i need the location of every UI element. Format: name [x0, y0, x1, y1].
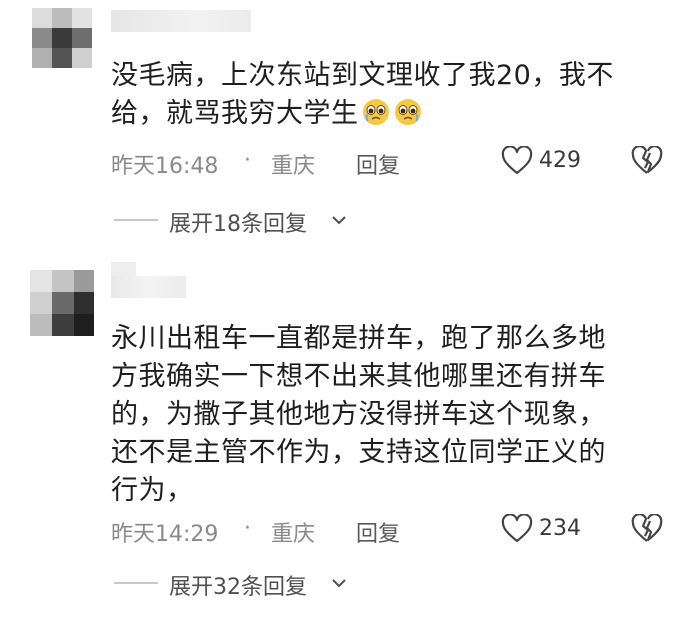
reply-button[interactable]: 回复 [356, 516, 400, 548]
location: 重庆 [271, 522, 316, 547]
comment-text: 永川出租车一直都是拼车，跑了那么多地 方我确实一下想不出来其他哪里还有拼车 的，… [111, 323, 606, 506]
comment-item: 永川出租车一直都是拼车，跑了那么多地 方我确实一下想不出来其他哪里还有拼车 的，… [0, 262, 700, 632]
chevron-down-icon [332, 579, 346, 588]
avatar[interactable] [22, 264, 102, 344]
divider-line [114, 582, 158, 584]
separator-dot: · [244, 516, 251, 541]
comment-text: 没毛病，上次东站到文理收了我20，我不 给，就骂我穷大学生 [111, 60, 614, 129]
pleading-face-icon [394, 99, 421, 125]
comment-meta: 昨天16:48 · 重庆 回复 429 [111, 146, 700, 180]
divider-line [114, 219, 158, 221]
username-extra [111, 262, 136, 276]
timestamp: 昨天14:29 [111, 522, 219, 547]
avatar[interactable] [22, 0, 102, 80]
username[interactable] [111, 276, 186, 298]
chevron-down-icon [332, 216, 346, 225]
like-count: 234 [539, 516, 581, 541]
like-count: 429 [539, 148, 581, 173]
location: 重庆 [271, 154, 316, 179]
comment-meta: 昨天14:29 · 重庆 回复 234 [111, 514, 700, 548]
broken-heart-icon[interactable] [631, 146, 663, 176]
expand-replies-label: 展开18条回复 [169, 212, 307, 237]
expand-replies-label: 展开32条回复 [169, 575, 307, 600]
timestamp: 昨天16:48 [111, 154, 219, 179]
heart-icon[interactable] [501, 146, 533, 176]
separator-dot: · [244, 148, 251, 173]
reply-button[interactable]: 回复 [356, 148, 400, 180]
pleading-face-icon [362, 99, 389, 125]
broken-heart-icon[interactable] [631, 514, 663, 544]
heart-icon[interactable] [501, 514, 533, 544]
username[interactable] [111, 10, 251, 32]
comment-item: 没毛病，上次东站到文理收了我20，我不 给，就骂我穷大学生 昨天16:48 · … [0, 0, 700, 245]
